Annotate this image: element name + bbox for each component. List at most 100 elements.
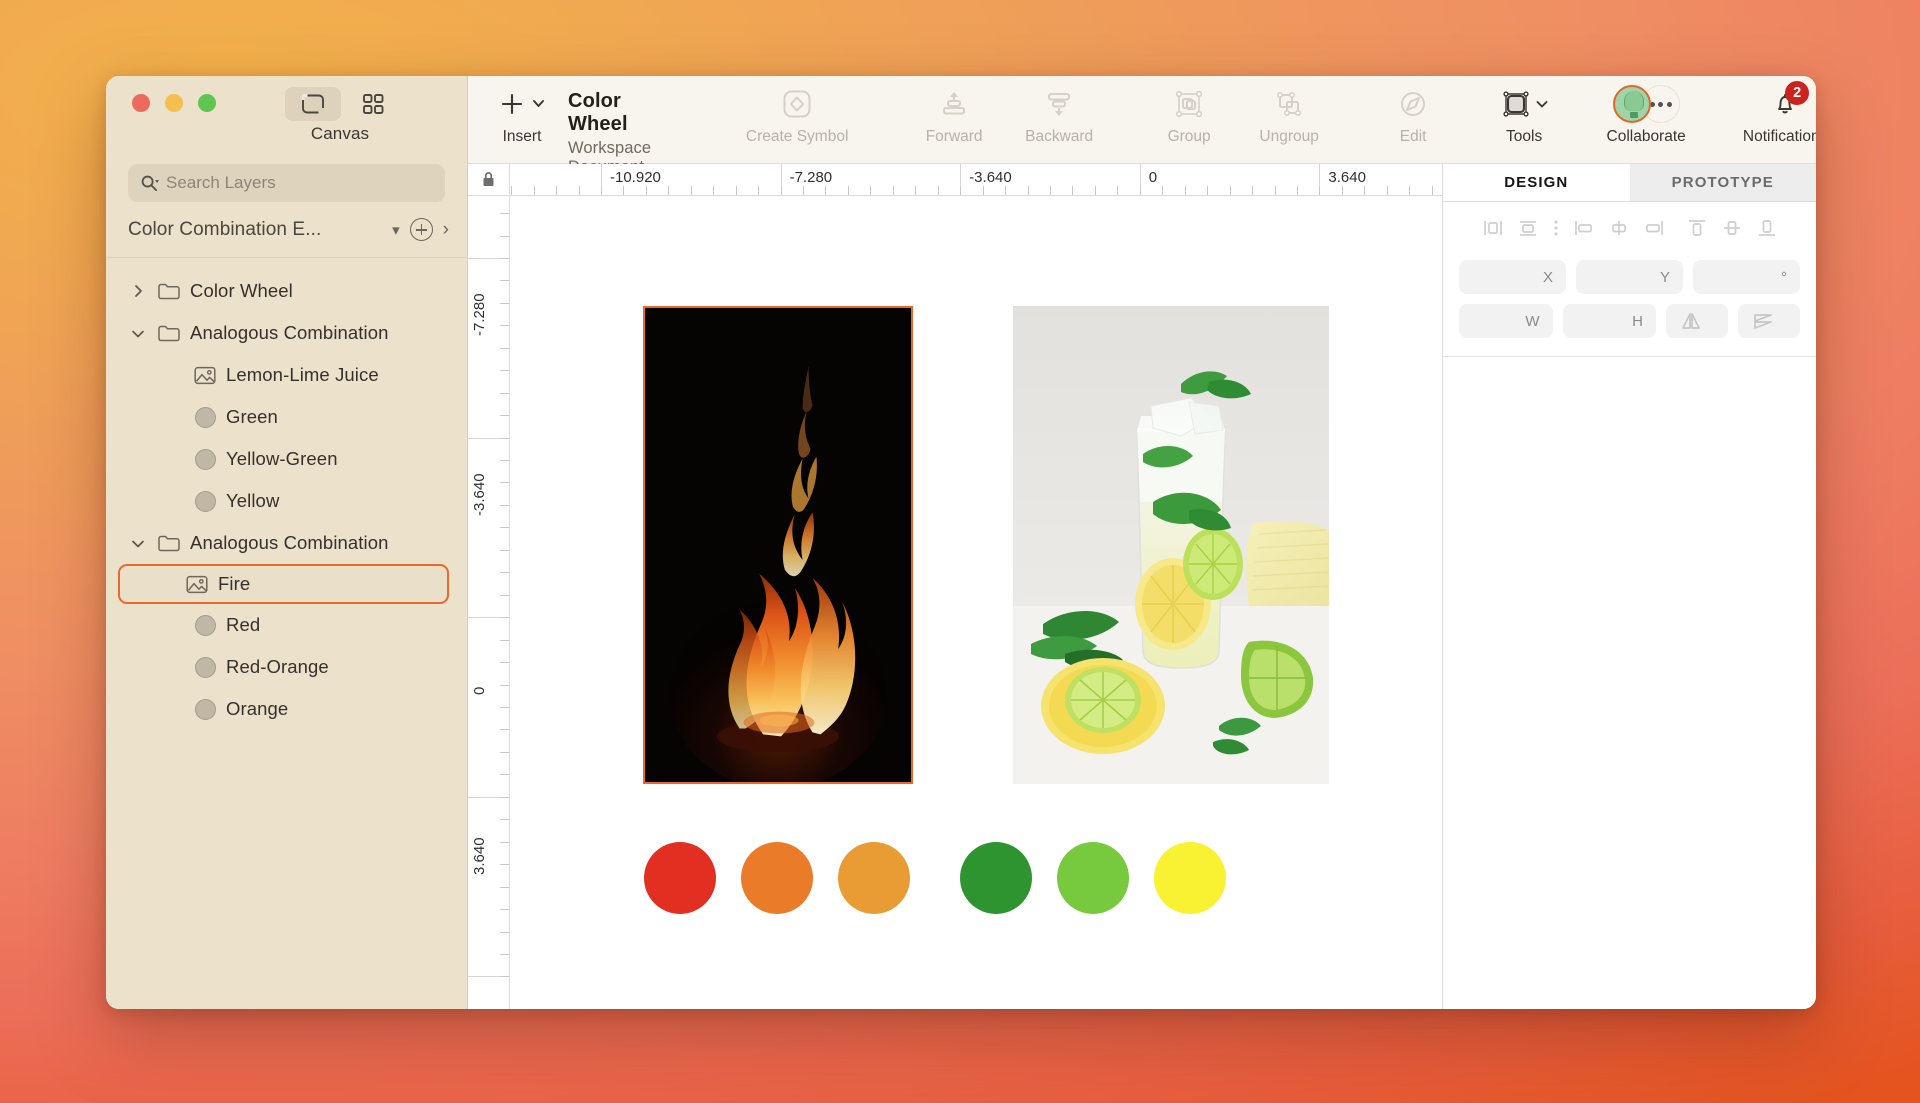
zoom-window-button[interactable] (198, 94, 216, 112)
distribute-icon[interactable] (1551, 217, 1561, 239)
shape-dot-icon (192, 657, 218, 678)
traffic-lights (132, 94, 216, 112)
color-swatch-yellow-green[interactable] (1057, 842, 1129, 914)
ruler-label-v: -3.640 (471, 473, 488, 516)
align-center-vertical-icon[interactable] (1720, 217, 1744, 239)
canvas-view-button[interactable] (285, 87, 341, 121)
ruler-minor-tick-v (500, 460, 509, 461)
layer-label: Orange (226, 698, 288, 720)
canvas[interactable] (510, 196, 1442, 1009)
bring-forward-button[interactable]: Forward (913, 76, 995, 164)
color-swatch-red-orange[interactable] (741, 842, 813, 914)
send-backward-button[interactable]: Backward (1011, 76, 1107, 164)
vertical-ruler[interactable]: -7.280-3.64003.6407.280 (468, 196, 510, 1009)
layer-row-green[interactable]: Green (106, 396, 467, 438)
layer-row-analogous-combination[interactable]: Analogous Combination (106, 312, 467, 354)
layer-row-yellow-green[interactable]: Yellow-Green (106, 438, 467, 480)
color-swatch-orange[interactable] (838, 842, 910, 914)
search-icon (140, 174, 159, 193)
ruler-minor-tick-v (500, 707, 509, 708)
artboard-lemon-lime-juice[interactable] (1013, 306, 1329, 784)
ruler-minor-tick (1140, 186, 1141, 195)
layer-row-yellow[interactable]: Yellow (106, 480, 467, 522)
image-icon (184, 575, 210, 594)
ruler-label: -10.920 (610, 169, 661, 186)
flip-horizontal-button[interactable] (1666, 304, 1728, 338)
align-left-icon[interactable] (1481, 217, 1505, 239)
align-bottom-icon[interactable] (1755, 217, 1779, 239)
chevron-down-icon[interactable]: ▾ (392, 221, 400, 239)
artboard-fire[interactable] (643, 306, 913, 784)
grid-view-button[interactable] (345, 87, 401, 121)
ruler-minor-tick (1162, 186, 1163, 195)
ruler-minor-tick (668, 186, 669, 195)
ruler-label: -3.640 (969, 169, 1012, 186)
ruler-corner[interactable] (468, 164, 510, 195)
layer-row-color-wheel[interactable]: Color Wheel (106, 270, 467, 312)
flip-vertical-icon (1752, 311, 1774, 331)
layer-row-lemon-lime-juice[interactable]: Lemon-Lime Juice (106, 354, 467, 396)
tab-design[interactable]: DESIGN (1443, 164, 1630, 201)
layer-label: Fire (218, 573, 250, 595)
notifications-badge: 2 (1785, 81, 1809, 105)
y-field[interactable]: Y (1576, 260, 1683, 294)
color-swatch-yellow[interactable] (1154, 842, 1226, 914)
ruler-minor-tick (623, 186, 624, 195)
align-middle-icon[interactable] (1607, 217, 1631, 239)
chevron-down-icon[interactable] (128, 327, 148, 340)
layer-row-red-orange[interactable]: Red-Orange (106, 646, 467, 688)
ruler-minor-tick (646, 186, 647, 195)
search-input[interactable]: Search Layers (128, 164, 445, 202)
color-swatch-green[interactable] (960, 842, 1032, 914)
layer-row-analogous-combination[interactable]: Analogous Combination (106, 522, 467, 564)
group-button[interactable]: Group (1151, 76, 1227, 164)
inspector-panel: DESIGN PROTOTYPE (1442, 164, 1816, 1009)
align-edge-left-icon[interactable] (1572, 217, 1596, 239)
chevron-right-icon[interactable]: › (443, 219, 449, 241)
tab-prototype[interactable]: PROTOTYPE (1630, 164, 1817, 201)
close-window-button[interactable] (132, 94, 150, 112)
app-window: Canvas Search Layers Color Combination E… (106, 76, 1816, 1009)
create-symbol-button[interactable]: Create Symbol (737, 76, 857, 164)
ruler-minor-tick (1387, 186, 1388, 195)
notifications-button[interactable]: 2 Notifications (1721, 76, 1816, 164)
document-name[interactable]: Color Combination E... (128, 219, 382, 241)
color-swatch-red[interactable] (644, 842, 716, 914)
chevron-right-icon[interactable] (128, 284, 148, 298)
x-field[interactable]: X (1459, 260, 1566, 294)
ruler-minor-tick (825, 186, 826, 195)
tools-button[interactable]: Tools (1487, 76, 1561, 164)
layer-row-fire[interactable]: Fire (118, 564, 449, 604)
minimize-window-button[interactable] (165, 94, 183, 112)
align-center-horizontal-icon[interactable] (1516, 217, 1540, 239)
ruler-minor-tick (1117, 186, 1118, 195)
horizontal-ruler-track[interactable]: -10.920-7.280-3.64003.6407.280 (510, 164, 1442, 195)
width-field[interactable]: W (1459, 304, 1553, 338)
ungroup-button[interactable]: Ungroup (1243, 76, 1335, 164)
align-top-icon[interactable] (1685, 217, 1709, 239)
align-edge-right-icon[interactable] (1642, 217, 1666, 239)
horizontal-ruler[interactable]: -10.920-7.280-3.64003.6407.280 (468, 164, 1442, 196)
collaborate-label: Collaborate (1607, 128, 1686, 146)
chevron-down-icon[interactable] (128, 537, 148, 550)
document-selector-row: Color Combination E... ▾ › (106, 202, 467, 258)
ruler-label: -7.280 (790, 169, 833, 186)
ruler-minor-tick (1342, 186, 1343, 195)
layer-row-orange[interactable]: Orange (106, 688, 467, 730)
ruler-minor-tick-v (500, 438, 509, 439)
ruler-minor-tick (1095, 186, 1096, 195)
notifications-label: Notifications (1743, 128, 1816, 146)
flip-vertical-button[interactable] (1738, 304, 1800, 338)
ruler-minor-tick-v (500, 842, 509, 843)
search-placeholder: Search Layers (166, 173, 276, 193)
edit-button[interactable]: Edit (1385, 76, 1441, 164)
layer-row-red[interactable]: Red (106, 604, 467, 646)
insert-button[interactable]: Insert (490, 76, 554, 164)
height-field[interactable]: H (1563, 304, 1657, 338)
ruler-minor-tick (556, 186, 557, 195)
collaborate-button[interactable]: Collaborate (1587, 76, 1705, 164)
rotation-field[interactable]: ° (1693, 260, 1800, 294)
add-layer-button[interactable] (410, 218, 433, 241)
ruler-minor-tick-v (500, 640, 509, 641)
insert-label: Insert (503, 128, 542, 146)
